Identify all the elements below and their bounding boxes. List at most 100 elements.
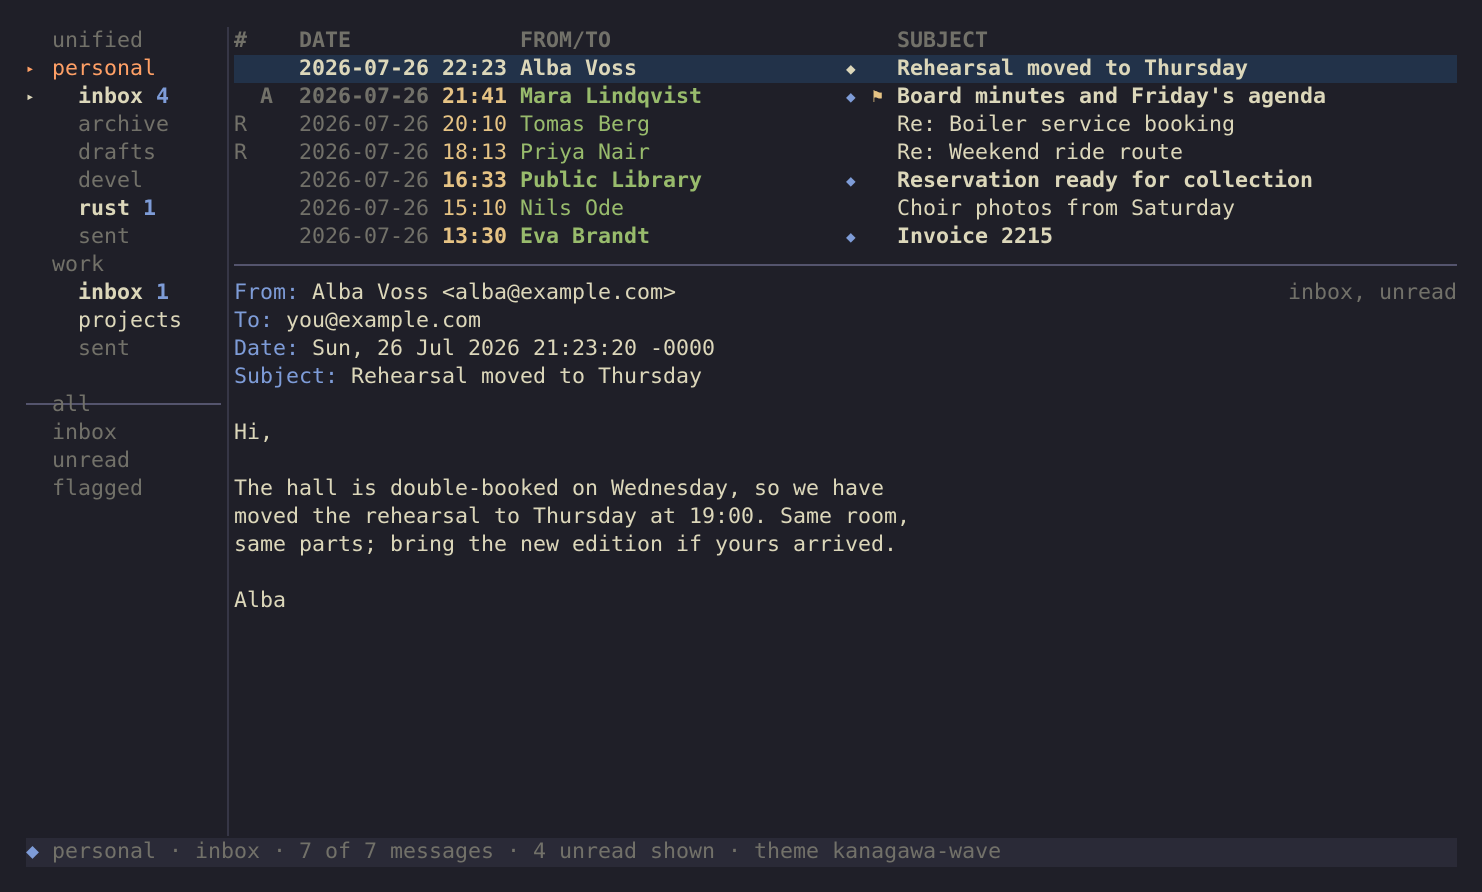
body-line [234, 559, 1457, 587]
unread-diamond-icon: ◆ [846, 227, 856, 246]
view-label: unread [52, 448, 131, 473]
view-label: flagged [52, 476, 144, 501]
folder-label: sent [78, 224, 131, 249]
message-tags: inbox, unread [1287, 280, 1457, 305]
folder-label: projects [78, 308, 183, 333]
message-preview: inbox, unread From: Alba Voss <alba@exam… [234, 279, 1457, 615]
body-line: moved the rehearsal to Thursday at 19:00… [234, 504, 911, 529]
list-preview-divider [234, 264, 1457, 266]
sidebar-folder-drafts[interactable]: drafts [0, 139, 226, 167]
folder-label: drafts [78, 140, 157, 165]
unread-diamond-icon: ◆ [846, 171, 856, 190]
message-time: 13:30 [442, 224, 508, 249]
message-subject: Re: Boiler service booking [897, 112, 1236, 137]
message-date: 2026-07-26 [299, 168, 430, 193]
message-time: 20:10 [442, 112, 508, 137]
from-value[interactable]: Alba Voss <alba@example.com> [312, 280, 676, 305]
folder-label: inbox [78, 280, 144, 305]
header-date-line: Date: Sun, 26 Jul 2026 21:23:20 -0000 [234, 335, 1457, 363]
message-row[interactable]: A 2026-07-26 21:41 Mara Lindqvist ◆ ⚑ Bo… [234, 83, 1457, 111]
message-date: 2026-07-26 [299, 140, 430, 165]
sidebar-account-work[interactable]: work [0, 251, 226, 279]
message-time: 18:13 [442, 140, 508, 165]
message-sender: Priya Nair [520, 140, 651, 165]
sidebar-folder-personal-inbox[interactable]: ▸ inbox 4 [0, 83, 226, 111]
body-line [234, 447, 1457, 475]
message-sender: Nils Ode [520, 196, 625, 221]
sidebar-view-unread[interactable]: unread [0, 447, 226, 475]
message-subject: Choir photos from Saturday [897, 196, 1236, 221]
sidebar-folder-archive[interactable]: archive [0, 111, 226, 139]
sidebar-folder-projects[interactable]: projects [0, 307, 226, 335]
header-subject[interactable]: SUBJECT [897, 27, 988, 55]
account-label: personal [52, 56, 157, 81]
folder-label: rust [78, 196, 131, 221]
body-line [234, 391, 1457, 419]
sidebar-folder-personal-sent[interactable]: sent [0, 223, 226, 251]
message-row[interactable]: 2026-07-26 13:30 Eva Brandt ◆ Invoice 22… [234, 223, 1457, 251]
header-date[interactable]: DATE [299, 27, 351, 55]
to-value[interactable]: you@example.com [286, 308, 481, 333]
status-text: personal · inbox · 7 of 7 messages · 4 u… [52, 839, 1002, 864]
account-label: work [52, 252, 105, 277]
message-row[interactable]: 2026-07-26 16:33 Public Library ◆ Reserv… [234, 167, 1457, 195]
status-diamond-icon: ◆ [26, 839, 40, 864]
message-date: 2026-07-26 [299, 56, 430, 81]
folder-label: inbox [78, 84, 144, 109]
pane-divider [227, 27, 229, 836]
unread-count: 1 [143, 196, 157, 221]
message-row[interactable]: 2026-07-26 15:10 Nils Ode Choir photos f… [234, 195, 1457, 223]
message-row[interactable]: 2026-07-26 22:23 Alba Voss ◆ Rehearsal m… [234, 55, 1457, 83]
message-subject: Rehearsal moved to Thursday [897, 56, 1249, 81]
message-time: 22:23 [442, 56, 508, 81]
unread-diamond-icon: ◆ [846, 87, 856, 106]
body-line: Alba [234, 588, 287, 613]
body-line: same parts; bring the new edition if you… [234, 532, 898, 557]
message-sender: Public Library [520, 168, 703, 193]
message-subject: Re: Weekend ride route [897, 140, 1184, 165]
sidebar: unified ▸ personal ▸ inbox 4 archive dra… [0, 27, 226, 503]
message-date: 2026-07-26 [299, 84, 430, 109]
sidebar-folder-work-inbox[interactable]: inbox 1 [0, 279, 226, 307]
current-folder-arrow-icon: ▸ [26, 89, 35, 105]
header-num[interactable]: # [234, 27, 284, 55]
message-date: 2026-07-26 [299, 112, 430, 137]
header-from-line: From: Alba Voss <alba@example.com> [234, 279, 1457, 307]
unread-count: 1 [156, 280, 170, 305]
message-list: # DATE FROM/TO SUBJECT 2026-07-26 22:23 … [234, 27, 1457, 251]
sidebar-account-personal[interactable]: ▸ personal [0, 55, 226, 83]
message-time: 16:33 [442, 168, 508, 193]
unread-count: 4 [156, 84, 170, 109]
sidebar-folder-rust[interactable]: rust 1 [0, 195, 226, 223]
unread-diamond-icon: ◆ [846, 59, 856, 78]
expand-arrow-icon: ▸ [26, 61, 35, 77]
date-label: Date: [234, 336, 300, 361]
message-sender: Tomas Berg [520, 112, 651, 137]
status-bar: ◆ personal · inbox · 7 of 7 messages · 4… [26, 838, 1457, 867]
sidebar-folder-work-sent[interactable]: sent [0, 335, 226, 363]
sidebar-view-all[interactable]: all [0, 391, 226, 419]
view-label: all [52, 392, 92, 417]
folder-label: devel [78, 168, 144, 193]
sidebar-view-inbox[interactable]: inbox [0, 419, 226, 447]
sidebar-item-unified[interactable]: unified [0, 27, 226, 55]
message-sender: Eva Brandt [520, 224, 651, 249]
message-row[interactable]: R 2026-07-26 20:10 Tomas Berg Re: Boiler… [234, 111, 1457, 139]
folder-label: sent [78, 336, 131, 361]
sidebar-label: unified [52, 28, 144, 53]
message-subject: Invoice 2215 [897, 224, 1054, 249]
sidebar-view-flagged[interactable]: flagged [0, 475, 226, 503]
message-mark: R [234, 112, 248, 137]
message-sender: Alba Voss [520, 56, 638, 81]
sidebar-folder-devel[interactable]: devel [0, 167, 226, 195]
message-time: 15:10 [442, 196, 508, 221]
body-line: The hall is double-booked on Wednesday, … [234, 476, 885, 501]
message-row[interactable]: R 2026-07-26 18:13 Priya Nair Re: Weeken… [234, 139, 1457, 167]
message-subject: Reservation ready for collection [897, 168, 1314, 193]
header-subject-line: Subject: Rehearsal moved to Thursday [234, 363, 1457, 391]
header-from[interactable]: FROM/TO [520, 27, 611, 55]
folder-label: archive [78, 112, 170, 137]
from-label: From: [234, 280, 300, 305]
message-date: 2026-07-26 [299, 196, 430, 221]
flag-icon: ⚑ [872, 86, 883, 107]
